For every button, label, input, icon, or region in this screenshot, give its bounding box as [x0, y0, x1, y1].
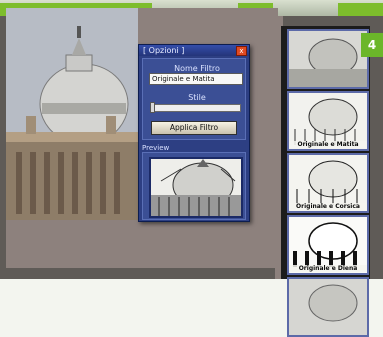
- main-photo: [6, 8, 138, 220]
- options-dialog: [ Opzioni ] x Nome Filtro Originale e Ma…: [138, 44, 250, 222]
- apply-filter-button[interactable]: Applica Filtro: [151, 121, 237, 135]
- thumbnail[interactable]: Originale e Corsica: [287, 153, 369, 213]
- thumbnail[interactable]: [287, 29, 369, 89]
- preview-image: [149, 157, 243, 218]
- thumbnail-label: Originale e Corsica: [289, 203, 367, 210]
- close-icon: x: [239, 47, 244, 55]
- toolbar-tab[interactable]: [338, 3, 383, 16]
- filter-name-label: Nome Filtro: [174, 64, 220, 73]
- step-number-badge: 4: [361, 33, 383, 57]
- style-slider-thumb[interactable]: [150, 102, 155, 113]
- thumbnail[interactable]: [287, 277, 369, 337]
- style-slider[interactable]: [151, 104, 241, 112]
- filter-name-input[interactable]: Originale e Matita: [149, 73, 243, 85]
- dialog-title-bar[interactable]: [ Opzioni ]: [139, 45, 249, 56]
- dialog-title: [ Opzioni ]: [143, 46, 185, 55]
- close-button[interactable]: x: [236, 46, 247, 56]
- preview-label: Preview: [142, 144, 170, 152]
- thumbnail-label: Originale e Diena: [289, 265, 367, 272]
- thumbnail[interactable]: Originale e Diena: [287, 215, 369, 275]
- thumbnail[interactable]: Originale e Matita: [287, 91, 369, 151]
- thumbnail-strip: Originale e Matita Originale e Corsica O…: [281, 26, 370, 337]
- style-label: Stile: [188, 93, 206, 102]
- thumbnail-label: Originale e Matita: [289, 141, 367, 148]
